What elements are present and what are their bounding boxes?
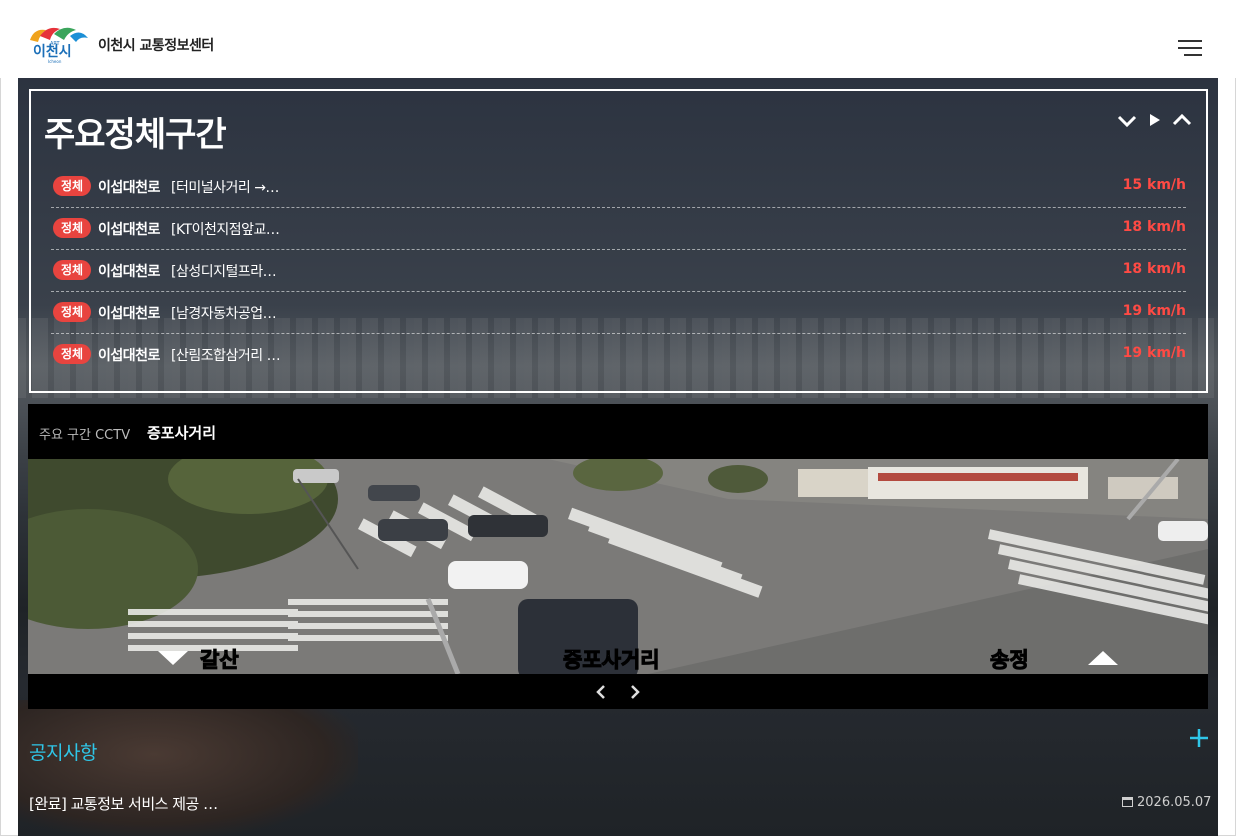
segment-name: [남경자동차공업… <box>171 306 277 322</box>
cctv-overlay-right: 송정 <box>990 648 1029 672</box>
segment-name: [터미널사거리 →… <box>171 180 279 196</box>
notice-title: 공지사항 <box>29 742 97 764</box>
notice-item-link[interactable]: [완료] 교통정보 서비스 제공 … <box>29 793 218 814</box>
road-name: 이섭대천로 <box>98 306 160 322</box>
more-plus-icon[interactable] <box>1188 727 1210 749</box>
calendar-icon <box>1122 797 1133 807</box>
segment-name: [삼성디지털프라… <box>171 264 277 280</box>
cctv-header: 주요 구간 CCTV 증포사거리 <box>28 404 1208 459</box>
congestion-row[interactable]: 정체 이섭대천로 [삼성디지털프라… 18 km/h <box>51 249 1186 292</box>
site-title[interactable]: 이천시 교통정보센터 <box>98 35 214 55</box>
road-name: 이섭대천로 <box>98 348 160 364</box>
road-name: 이섭대천로 <box>98 180 160 196</box>
site-logo[interactable]: ART 이천시 Icheon <box>26 24 90 64</box>
cctv-overlay-left: 갈산 <box>200 648 239 672</box>
congestion-row[interactable]: 정체 이섭대천로 [터미널사거리 →… 15 km/h <box>51 165 1186 208</box>
logo-main-text: 이천시 <box>33 43 72 60</box>
logo-sub-text: Icheon <box>48 59 62 64</box>
cctv-overlay-center: 증포사거리 <box>563 648 660 672</box>
chevron-down-icon[interactable] <box>1116 109 1138 131</box>
site-header: ART 이천시 Icheon 이천시 교통정보센터 <box>0 0 1236 78</box>
status-badge: 정체 <box>53 218 91 238</box>
cctv-location: 증포사거리 <box>147 424 217 442</box>
status-badge: 정체 <box>53 344 91 364</box>
congestion-panel: 주요정체구간 정체 이섭대천로 [터미널사거리 →… 15 km/h 정체 이섭… <box>29 89 1208 393</box>
cctv-label: 주요 구간 CCTV <box>39 428 131 443</box>
chevron-up-icon[interactable] <box>1171 109 1193 131</box>
congestion-row[interactable]: 정체 이섭대천로 [KT이천지점앞교… 18 km/h <box>51 207 1186 250</box>
play-icon[interactable] <box>1144 109 1166 131</box>
road-name: 이섭대천로 <box>98 222 160 238</box>
hamburger-menu-icon[interactable] <box>1176 38 1202 58</box>
speed-value: 15 km/h <box>1122 177 1186 193</box>
background-trees <box>18 700 358 836</box>
cctv-nav <box>28 674 1208 709</box>
status-badge: 정체 <box>53 176 91 196</box>
notice-date-text: 2026.05.07 <box>1137 795 1212 810</box>
cctv-video[interactable]: 갈산 증포사거리 송정 <box>28 459 1208 674</box>
next-arrow-icon[interactable] <box>625 682 645 702</box>
congestion-row[interactable]: 정체 이섭대천로 [남경자동차공업… 19 km/h <box>51 291 1186 334</box>
congestion-title: 주요정체구간 <box>44 115 227 155</box>
speed-value: 18 km/h <box>1122 261 1186 277</box>
road-name: 이섭대천로 <box>98 264 160 280</box>
status-badge: 정체 <box>53 260 91 280</box>
speed-value: 19 km/h <box>1122 303 1186 319</box>
notice-date: 2026.05.07 <box>1122 795 1211 810</box>
speed-value: 18 km/h <box>1122 219 1186 235</box>
segment-name: [KT이천지점앞교… <box>171 222 280 238</box>
segment-name: [산림조합삼거리 … <box>171 348 281 364</box>
speed-value: 19 km/h <box>1122 345 1186 361</box>
status-badge: 정체 <box>53 302 91 322</box>
prev-arrow-icon[interactable] <box>591 682 611 702</box>
congestion-row[interactable]: 정체 이섭대천로 [산림조합삼거리 … 19 km/h <box>51 333 1186 375</box>
